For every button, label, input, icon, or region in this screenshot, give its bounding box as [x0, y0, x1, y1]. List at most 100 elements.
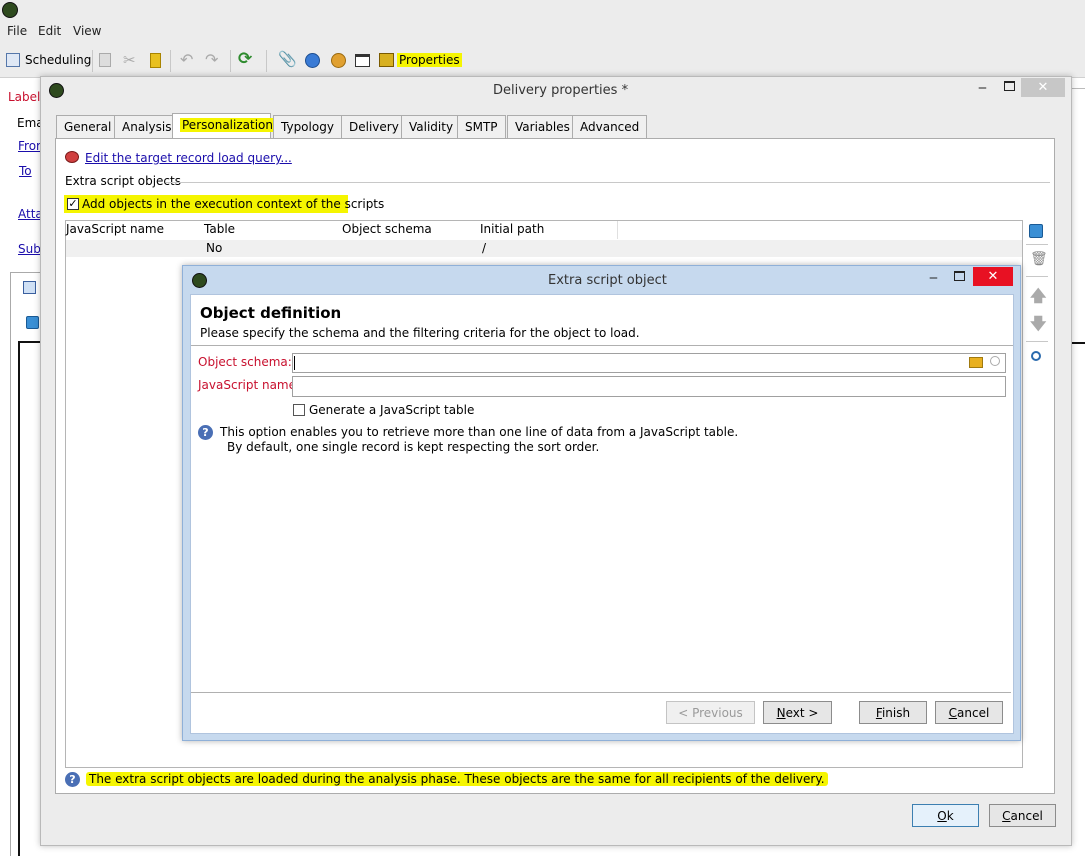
- left-subject-link[interactable]: Sub: [18, 242, 41, 256]
- col-table[interactable]: Table: [204, 222, 235, 236]
- tab-variables[interactable]: Variables: [507, 115, 578, 139]
- globe-icon[interactable]: [305, 53, 320, 68]
- tab-personalization-label: Personalization: [180, 118, 275, 132]
- tab-delivery[interactable]: Delivery: [341, 115, 407, 139]
- minimize-button[interactable]: ‒: [978, 80, 996, 96]
- right-strip-divider: [1072, 342, 1085, 344]
- javascript-name-label: JavaScript name:: [198, 378, 301, 392]
- col-initial-path[interactable]: Initial path: [480, 222, 544, 236]
- left-personalize-icon[interactable]: [26, 316, 39, 329]
- object-schema-label: Object schema:: [198, 355, 292, 369]
- help-icon: ?: [198, 425, 213, 440]
- toolbar-side-separator: [1026, 341, 1048, 342]
- delivery-dialog-title: Delivery properties *: [493, 83, 629, 98]
- add-objects-checkbox[interactable]: ✓: [67, 198, 79, 210]
- finish-button[interactable]: Finish: [859, 701, 927, 724]
- generate-table-checkbox[interactable]: [293, 404, 305, 416]
- search-icon[interactable]: [1031, 351, 1041, 361]
- attachment-icon[interactable]: 📎: [278, 50, 297, 68]
- app-logo-icon: [2, 2, 18, 18]
- add-object-icon[interactable]: [1029, 224, 1043, 238]
- tab-typology[interactable]: Typology: [273, 115, 342, 139]
- javascript-name-input[interactable]: [292, 376, 1006, 397]
- left-to-link[interactable]: To: [19, 164, 32, 178]
- left-editor-icon[interactable]: [23, 281, 36, 294]
- undo-icon[interactable]: ↶: [180, 50, 193, 69]
- analysis-info-text: The extra script objects are loaded duri…: [86, 772, 828, 786]
- finish-button-label: Finish: [875, 705, 911, 720]
- maximize-button[interactable]: [1004, 81, 1015, 91]
- col-object-schema[interactable]: Object schema: [342, 222, 432, 236]
- row-initial-path-cell: /: [482, 241, 487, 255]
- previous-button[interactable]: < Previous: [666, 701, 755, 724]
- section-divider: [166, 182, 1050, 183]
- tab-personalization[interactable]: Personalization: [172, 113, 275, 139]
- gear-people-icon[interactable]: [331, 53, 346, 68]
- previous-button-label: < Previous: [678, 705, 743, 720]
- delete-icon[interactable]: 🗑: [1030, 251, 1048, 267]
- properties-button[interactable]: Properties: [397, 53, 462, 67]
- cut-icon[interactable]: ✂: [123, 51, 136, 69]
- tab-analysis[interactable]: Analysis: [114, 115, 180, 139]
- refresh-icon[interactable]: ⟳: [238, 49, 252, 69]
- copy-icon[interactable]: [99, 53, 111, 67]
- object-schema-input[interactable]: [292, 353, 1006, 373]
- properties-icon: [379, 53, 394, 67]
- ok-button-label: Ok: [937, 808, 954, 823]
- col-javascript-name[interactable]: JavaScript name: [66, 222, 164, 236]
- menubar: [0, 22, 1085, 42]
- cancel-button[interactable]: Cancel: [989, 804, 1056, 827]
- close-button[interactable]: ✕: [1021, 78, 1065, 97]
- app-titlebar: [0, 0, 1085, 22]
- tab-smtp[interactable]: SMTP: [457, 115, 506, 139]
- toolbar-separator: [92, 50, 93, 72]
- left-from-link[interactable]: Fror: [18, 139, 41, 153]
- folder-icon[interactable]: [969, 357, 983, 368]
- scheduling-button[interactable]: Scheduling: [25, 53, 91, 67]
- extra-close-button[interactable]: ✕: [973, 267, 1013, 286]
- extra-maximize-button[interactable]: [954, 271, 965, 281]
- cancel-button-label: Cancel: [1002, 808, 1043, 823]
- tab-general[interactable]: General: [56, 115, 120, 139]
- right-strip-lines: [1072, 88, 1085, 340]
- add-objects-label: Add objects in the execution context of …: [82, 197, 385, 211]
- toolbar-separator: [170, 50, 171, 72]
- toolbar-separator: [266, 50, 267, 72]
- left-label-field: Label:: [8, 90, 45, 104]
- move-down-icon[interactable]: 🡇: [1030, 313, 1046, 340]
- tab-validity[interactable]: Validity: [401, 115, 462, 139]
- next-button[interactable]: Next >: [763, 701, 832, 724]
- redo-icon[interactable]: ↷: [205, 50, 218, 69]
- text-cursor: [294, 356, 295, 370]
- menu-view[interactable]: View: [73, 24, 101, 38]
- dialog-logo-icon: [49, 83, 64, 98]
- heading-divider: [191, 345, 1013, 346]
- row-table-cell: No: [206, 241, 223, 255]
- next-button-label: Next >: [776, 705, 819, 720]
- edit-query-link[interactable]: Edit the target record load query...: [85, 151, 292, 165]
- menu-file[interactable]: File: [7, 24, 27, 38]
- info-line-1: This option enables you to retrieve more…: [220, 425, 739, 439]
- column-divider: [617, 221, 618, 239]
- extra-cancel-button[interactable]: Cancel: [935, 701, 1003, 724]
- menu-edit[interactable]: Edit: [38, 24, 61, 38]
- section-title: Extra script objects: [65, 174, 181, 188]
- info-line-2: By default, one single record is kept re…: [227, 440, 600, 454]
- calendar-icon: [6, 53, 20, 67]
- buttons-divider: [191, 692, 1011, 693]
- ok-button[interactable]: Ok: [912, 804, 979, 827]
- paste-icon[interactable]: [150, 53, 161, 68]
- extra-minimize-button[interactable]: ‒: [929, 270, 938, 286]
- toolbar-side-separator: [1026, 276, 1048, 277]
- toolbar-separator: [230, 50, 231, 72]
- help-icon: ?: [65, 772, 80, 787]
- extra-dialog-title: Extra script object: [548, 273, 667, 288]
- object-definition-subheading: Please specify the schema and the filter…: [200, 326, 640, 340]
- window-icon[interactable]: [355, 54, 370, 67]
- tab-advanced[interactable]: Advanced: [572, 115, 648, 139]
- search-schema-icon[interactable]: [990, 356, 1000, 366]
- toolbar-side-separator: [1026, 244, 1048, 245]
- toolbar: [0, 42, 1085, 78]
- extra-cancel-button-label: Cancel: [948, 705, 990, 720]
- move-up-icon[interactable]: 🡅: [1030, 285, 1046, 312]
